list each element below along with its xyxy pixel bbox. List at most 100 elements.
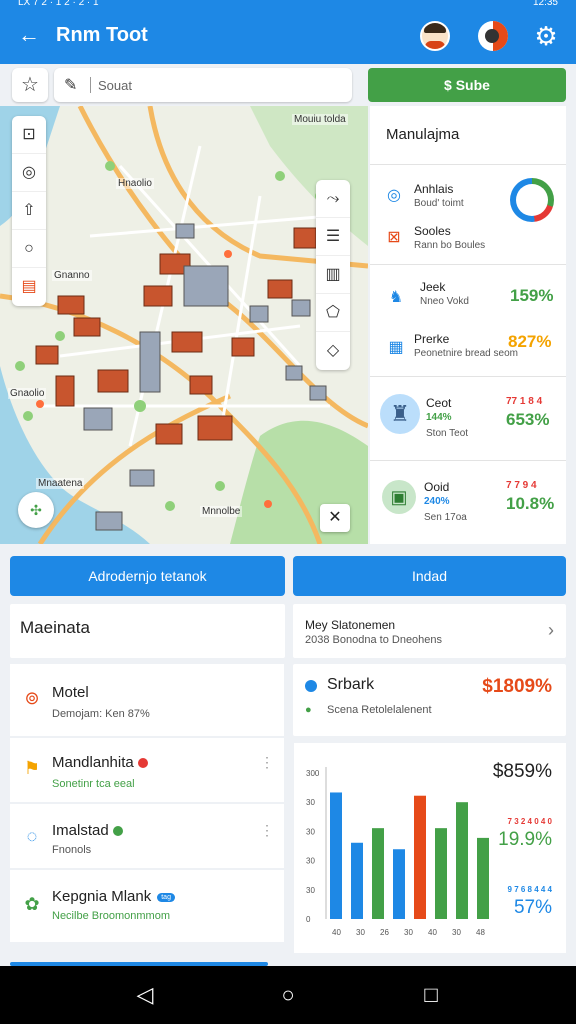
info-name: Srbark xyxy=(327,676,375,693)
avatar[interactable] xyxy=(420,21,450,51)
divider xyxy=(370,164,566,165)
panel-row-sub: Ston Teot xyxy=(426,428,469,439)
divider xyxy=(370,264,566,265)
list-item-name: Kepgnia Mlank tag xyxy=(52,888,175,905)
arrow-left-icon[interactable]: ← xyxy=(16,22,42,48)
panel-row-name: Sooles xyxy=(414,224,451,238)
chart-bar xyxy=(456,802,468,919)
pentagon-icon[interactable]: ⬠ xyxy=(316,294,350,332)
list-item-sub: Necilbe Broomonmmom xyxy=(52,910,170,922)
profile-icon[interactable] xyxy=(478,21,508,51)
list-item[interactable]: ♞ Jeek Nneo Vokd 159% xyxy=(370,278,566,318)
layers-icon[interactable]: ▤ xyxy=(12,268,46,306)
book-icon: ▣ xyxy=(382,480,416,514)
map-label: Gnanno xyxy=(52,270,92,281)
panel-row-name: Jeek xyxy=(420,280,446,294)
more-icon[interactable]: ⋮ xyxy=(260,754,274,771)
info-pct: $1809% xyxy=(482,676,552,697)
list-item-sub: Sonetinr tca eeal xyxy=(52,778,135,790)
list-icon[interactable]: ☰ xyxy=(316,218,350,256)
header-sub-prefix: 2038 xyxy=(305,634,330,646)
chart-bar xyxy=(372,828,384,919)
list-item[interactable]: ♜ Ceot 144% Ston Teot 77 1 8 4 653% xyxy=(370,390,566,450)
list-item[interactable]: ⊠ Sooles Rann bo Boules xyxy=(370,220,566,260)
section-card: Maeinata xyxy=(10,604,285,658)
panel-row-pct: 653% xyxy=(506,410,550,429)
target-icon: ◎ xyxy=(387,187,401,204)
pin-icon[interactable]: ◎ xyxy=(12,154,46,192)
y-tick-label: 30 xyxy=(306,798,315,807)
primary-blue-button[interactable]: Adrodernjo tetanok xyxy=(10,556,285,596)
list-item-name: Mandlanhita xyxy=(52,754,148,771)
circle-icon[interactable]: ○ xyxy=(12,230,46,268)
chat-icon: ◌ xyxy=(26,826,38,846)
home-circle-icon[interactable]: ○ xyxy=(275,982,301,1008)
panel-row-sub: Peonetnire bread seom xyxy=(414,348,518,359)
divider xyxy=(90,77,91,93)
compass-icon[interactable]: ✣ xyxy=(18,492,54,528)
x-tick-label: 30 xyxy=(452,928,461,937)
status-clock: 12:35 xyxy=(532,0,558,8)
status-left: LX 7 2 · 1 2 · 2 · 1 xyxy=(18,0,99,8)
chart-bar xyxy=(477,837,489,919)
map-label: Gnaolio xyxy=(8,388,47,399)
map-view[interactable]: Mouiu tolda Hnaolio Gnanno Gnaolio Mnaat… xyxy=(0,106,368,544)
square-icon[interactable]: ⊡ xyxy=(12,116,46,154)
map-label: Hnaolio xyxy=(116,178,154,189)
pin-icon: ⊚ xyxy=(24,688,40,708)
navigation-icon[interactable]: ⇧ xyxy=(12,192,46,230)
panel-row-name: Prerke xyxy=(414,332,450,346)
flag-icon: ⚑ xyxy=(23,758,41,778)
header-sub-text: Bonodna to Dneohens xyxy=(332,634,443,646)
info-sub-text: Scena Retolelalenent xyxy=(327,704,432,716)
more-icon[interactable]: ⋮ xyxy=(260,822,274,839)
header-card[interactable]: Mey Slatonemen 2038 Bonodna to Dneohens … xyxy=(293,604,566,658)
marker-icon: ✿ xyxy=(24,894,40,914)
header-sub: 2038 Bonodna to Dneohens xyxy=(305,634,442,646)
info-card[interactable]: Srbark ● Scena Retolelalenent $1809% xyxy=(293,664,566,736)
list-item[interactable]: ◌ Imalstad Fnonols ⋮ xyxy=(10,804,284,868)
list-item[interactable]: ▦ Prerke Peonetnire bread seom 827% xyxy=(370,330,566,370)
back-triangle-icon[interactable]: ◁ xyxy=(132,982,158,1008)
status-bar: LX 7 2 · 1 2 · 2 · 1 12:35 xyxy=(0,0,576,8)
y-tick-label: 0 xyxy=(306,915,311,924)
list-item[interactable]: ✿ Kepgnia Mlank tag Necilbe Broomonmmom xyxy=(10,870,284,942)
x-tick-label: 30 xyxy=(356,928,365,937)
gear-icon[interactable]: ⚙ xyxy=(532,22,560,50)
page-title: Rnm Toot xyxy=(56,24,148,46)
book-icon[interactable]: ▥ xyxy=(316,256,350,294)
panel-title: Manulajma xyxy=(386,126,460,143)
secondary-blue-button[interactable]: Indad xyxy=(293,556,566,596)
shape-icon[interactable]: ◇ xyxy=(316,332,350,370)
side-value-label: 7 3 2 4 0 4 0 xyxy=(507,817,552,826)
route-icon[interactable]: ⤳ xyxy=(316,180,350,218)
panel-row-sub: Boud' toimt xyxy=(414,198,464,209)
chevron-right-icon[interactable]: › xyxy=(548,620,554,641)
list-item-name-text: Mandlanhita xyxy=(52,754,134,771)
star-outline-icon[interactable]: ☆ xyxy=(12,68,48,102)
list-item[interactable]: ⊚ Motel Demojam: Ken 87% xyxy=(10,664,284,736)
side-panel: Manulajma ◎ Anhlais Boud' toimt ⊠ Sooles… xyxy=(370,106,566,544)
panel-row-small: 144% xyxy=(426,412,452,423)
edit-icon: ✎ xyxy=(64,77,78,94)
panel-row-sub: Rann bo Boules xyxy=(414,240,486,251)
chart-bar xyxy=(351,842,363,919)
side-value-label: 9 7 6 8 4 4 4 xyxy=(507,885,552,894)
search-input[interactable] xyxy=(98,74,338,96)
divider xyxy=(370,376,566,377)
chart-bar xyxy=(414,795,426,919)
x-tick-label: 48 xyxy=(476,928,485,937)
primary-action-button[interactable]: $ Sube xyxy=(368,68,566,102)
map-label: Mnnolbe xyxy=(200,506,243,517)
list-item[interactable]: ⚑ Mandlanhita Sonetinr tca eeal ⋮ xyxy=(10,738,284,802)
collapse-icon[interactable]: ✕ xyxy=(320,504,350,532)
search-bar[interactable]: ✎ xyxy=(54,68,352,102)
x-tick-label: 40 xyxy=(332,928,341,937)
tower-icon: ♜ xyxy=(380,394,420,434)
list-item[interactable]: ▣ Ooid 240% Sen 17oa 7 7 9 4 10.8% xyxy=(370,474,566,534)
recent-square-icon[interactable]: □ xyxy=(418,982,444,1008)
info-sub: ● xyxy=(305,704,315,716)
y-tick-label: 30 xyxy=(306,886,315,895)
side-value: 19.9% xyxy=(498,829,552,850)
chart-bar xyxy=(330,792,342,919)
